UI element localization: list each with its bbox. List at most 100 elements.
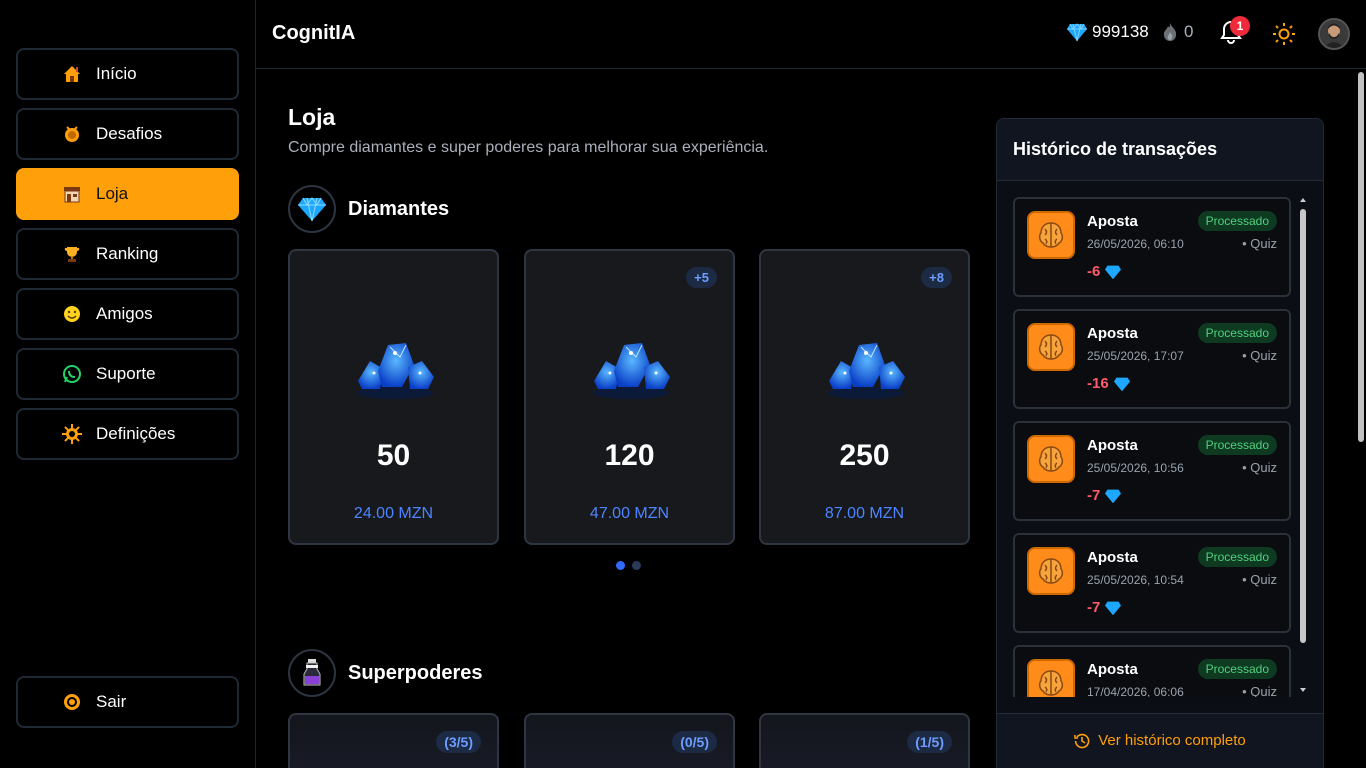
brain-icon <box>1027 547 1075 595</box>
transaction-item[interactable]: Aposta Processado 25/05/2026, 17:07 • Qu… <box>1013 309 1291 409</box>
page-scrollbar-thumb[interactable] <box>1358 72 1364 442</box>
gem-pile-icon <box>821 331 911 406</box>
diamond-pack-card[interactable]: 50 24.00 MZN <box>288 249 499 545</box>
sidebar-item-label: Ranking <box>96 244 159 263</box>
brain-icon <box>1027 211 1075 259</box>
pack-price: 87.00 MZN <box>824 505 905 522</box>
tx-amount-value: -7 <box>1087 487 1101 504</box>
tx-amount: -6 <box>1087 263 1122 280</box>
diamond-count: 999138 <box>1092 22 1149 41</box>
tx-kind: Aposta <box>1087 549 1138 566</box>
trophy-icon <box>62 244 82 264</box>
transaction-item[interactable]: Aposta Processado 25/05/2026, 10:54 • Qu… <box>1013 533 1291 633</box>
sidebar-item-label: Amigos <box>96 304 153 323</box>
diamonds-section-header: Diamantes <box>288 185 449 233</box>
tx-date: 25/05/2026, 17:07 <box>1087 349 1184 363</box>
history-scrollbar[interactable] <box>1299 197 1307 697</box>
logout-button[interactable]: Sair <box>16 676 239 728</box>
power-count: (0/5) <box>672 731 717 753</box>
tx-date: 17/04/2026, 06:06 <box>1087 685 1184 697</box>
superpower-card[interactable]: (0/5) <box>524 713 735 768</box>
diamond-icon <box>1105 601 1122 615</box>
sidebar-item-label: Definições <box>96 424 176 443</box>
tx-type: • Quiz <box>1242 684 1277 697</box>
view-full-history-link[interactable]: Ver histórico completo <box>997 713 1323 768</box>
carousel-dots <box>616 561 641 570</box>
section-title: Superpoderes <box>348 661 483 684</box>
sidebar-item-definicoes[interactable]: Definições <box>16 408 239 460</box>
sidebar-item-desafios[interactable]: Desafios <box>16 108 239 160</box>
brain-icon <box>1027 323 1075 371</box>
sidebar-item-loja[interactable]: Loja <box>16 168 239 220</box>
transaction-item[interactable]: Aposta Processado 17/04/2026, 06:06 • Qu… <box>1013 645 1291 697</box>
superpower-card[interactable]: (1/5) <box>759 713 970 768</box>
pack-amount: 50 <box>376 439 411 472</box>
page-title: Loja <box>288 104 336 130</box>
pack-amount: 250 <box>839 439 890 472</box>
app-brand[interactable]: CognitIA <box>272 22 355 45</box>
diamond-pack-card[interactable]: +8 250 87.00 MZN <box>759 249 970 545</box>
tx-type: • Quiz <box>1242 460 1277 475</box>
scroll-up-arrow-icon <box>1300 198 1306 202</box>
history-title: Histórico de transações <box>997 119 1323 181</box>
potion-icon <box>288 649 336 697</box>
power-count: (3/5) <box>436 731 481 753</box>
transaction-list[interactable]: Aposta Processado 26/05/2026, 06:10 • Qu… <box>1013 197 1293 697</box>
superpowers-section-header: Superpoderes <box>288 649 482 697</box>
carousel-dot[interactable] <box>632 561 641 570</box>
gem-pile-icon <box>350 331 440 406</box>
tx-kind: Aposta <box>1087 325 1138 342</box>
tx-type: • Quiz <box>1242 348 1277 363</box>
sidebar-item-ranking[interactable]: Ranking <box>16 228 239 280</box>
page-scrollbar[interactable] <box>1356 70 1366 768</box>
carousel-dot[interactable] <box>616 561 625 570</box>
theme-toggle-sun-icon[interactable] <box>1272 22 1296 51</box>
tx-amount-value: -16 <box>1087 375 1109 392</box>
diamond-icon <box>1113 377 1130 391</box>
transaction-history-panel: Histórico de transações Aposta Processad… <box>996 118 1324 768</box>
pack-amount: 120 <box>604 439 655 472</box>
tx-amount-value: -6 <box>1087 263 1101 280</box>
diamond-icon <box>1105 265 1122 279</box>
sidebar-item-amigos[interactable]: Amigos <box>16 288 239 340</box>
home-icon <box>62 64 82 84</box>
store-icon <box>62 184 82 204</box>
whatsapp-icon <box>62 364 82 384</box>
transaction-item[interactable]: Aposta Processado 26/05/2026, 06:10 • Qu… <box>1013 197 1291 297</box>
sidebar-item-inicio[interactable]: Início <box>16 48 239 100</box>
brain-icon <box>1027 659 1075 697</box>
status-badge: Processado <box>1197 323 1277 343</box>
pack-price: 47.00 MZN <box>589 505 670 522</box>
smiley-icon <box>62 304 82 324</box>
bonus-badge: +5 <box>686 267 717 288</box>
diamond-pack-card[interactable]: +5 120 47.00 MZN <box>524 249 735 545</box>
tx-amount: -7 <box>1087 599 1122 616</box>
brain-icon <box>1027 435 1075 483</box>
transaction-item[interactable]: Aposta Processado 25/05/2026, 10:56 • Qu… <box>1013 421 1291 521</box>
tx-kind: Aposta <box>1087 437 1138 454</box>
avatar[interactable] <box>1318 18 1350 50</box>
sidebar: Início Desafios Loja Ranking Amigos Supo… <box>0 0 256 768</box>
tx-date: 26/05/2026, 06:10 <box>1087 237 1184 251</box>
tx-amount: -16 <box>1087 375 1131 392</box>
superpower-card[interactable]: (3/5) <box>288 713 499 768</box>
tx-date: 25/05/2026, 10:54 <box>1087 573 1184 587</box>
logout-label: Sair <box>96 692 127 711</box>
history-clock-icon <box>1074 733 1090 749</box>
bonus-badge: +8 <box>921 267 952 288</box>
status-badge: Processado <box>1197 435 1277 455</box>
scroll-down-arrow-icon <box>1300 688 1306 692</box>
notification-badge: 1 <box>1230 16 1250 36</box>
sidebar-item-label: Desafios <box>96 124 163 143</box>
sidebar-item-suporte[interactable]: Suporte <box>16 348 239 400</box>
streak-count: 0 <box>1184 22 1194 41</box>
tx-date: 25/05/2026, 10:56 <box>1087 461 1184 475</box>
history-scrollbar-thumb[interactable] <box>1300 209 1306 643</box>
tx-kind: Aposta <box>1087 661 1138 678</box>
section-title: Diamantes <box>348 197 450 220</box>
sidebar-item-label: Loja <box>96 184 129 203</box>
pack-price: 24.00 MZN <box>353 505 434 522</box>
streak-counter: 0 <box>1162 22 1193 42</box>
gem-pile-icon <box>586 331 676 406</box>
sidebar-item-label: Início <box>96 64 137 83</box>
